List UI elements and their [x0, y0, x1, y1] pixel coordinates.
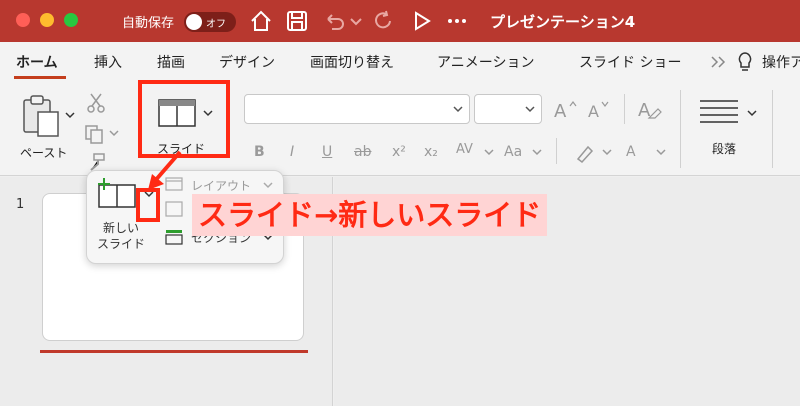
slide-number: 1	[16, 197, 25, 212]
annotation-arrow	[148, 150, 182, 190]
more-icon[interactable]	[444, 8, 470, 34]
home-icon[interactable]	[248, 8, 274, 34]
new-slide-icon[interactable]	[95, 177, 137, 209]
scissors-icon[interactable]	[86, 92, 106, 114]
document-title: プレゼンテーション4	[490, 13, 636, 31]
chevron-down-icon[interactable]	[532, 148, 542, 156]
reset-icon[interactable]	[165, 201, 183, 217]
redo-icon[interactable]	[370, 8, 396, 34]
paste-label: ペースト	[20, 146, 68, 160]
separator	[624, 94, 625, 124]
play-icon[interactable]	[410, 8, 434, 34]
italic-button[interactable]: I	[290, 144, 294, 160]
autosave-toggle[interactable]: オフ	[184, 12, 236, 32]
character-spacing-button[interactable]: AV	[456, 142, 473, 157]
minimize-window-button[interactable]	[40, 13, 54, 27]
tab-tell-me[interactable]: 操作ア	[762, 52, 800, 72]
new-slide-label-line2: スライド	[97, 237, 146, 251]
tab-home[interactable]: ホーム	[16, 52, 58, 72]
insertion-indicator	[40, 350, 308, 353]
chevron-down-icon[interactable]	[656, 148, 666, 156]
bold-button[interactable]: B	[254, 144, 265, 160]
superscript-button[interactable]: x²	[392, 144, 406, 160]
chevron-right-double-icon[interactable]	[710, 55, 728, 69]
increase-font-size-icon[interactable]: A	[552, 98, 578, 120]
ribbon-tabs: ホーム 挿入 描画 デザイン 画面切り替え アニメーション スライド ショー 操…	[0, 42, 800, 82]
font-color-button[interactable]: A	[626, 144, 636, 160]
paste-dropdown-icon[interactable]	[64, 110, 76, 120]
title-bar: 自動保存 オフ プレゼンテーション4	[0, 0, 800, 42]
layout-label[interactable]: レイアウト	[191, 177, 251, 194]
subscript-button[interactable]: x₂	[424, 144, 438, 160]
chevron-down-icon[interactable]	[484, 148, 494, 156]
paragraph-dropdown-icon[interactable]	[746, 108, 758, 118]
tab-draw[interactable]: 描画	[157, 52, 185, 72]
close-window-button[interactable]	[16, 13, 30, 27]
toggle-knob	[186, 14, 202, 30]
tab-transitions[interactable]: 画面切り替え	[310, 52, 394, 72]
strikethrough-button[interactable]: ab	[354, 144, 371, 160]
zoom-window-button[interactable]	[64, 13, 78, 27]
tab-design[interactable]: デザイン	[219, 52, 275, 72]
annotation-caption: スライド→新しいスライド	[192, 194, 548, 236]
undo-icon[interactable]	[322, 8, 348, 34]
font-size-combo[interactable]	[474, 94, 542, 124]
decrease-font-size-icon[interactable]: A	[586, 98, 612, 120]
paste-icon[interactable]	[20, 94, 62, 138]
svg-text:A: A	[554, 101, 567, 120]
save-icon[interactable]	[284, 8, 310, 34]
separator	[772, 90, 773, 168]
new-slide-label-line1: 新しい	[103, 221, 140, 235]
separator	[556, 138, 557, 164]
toggle-state-label: オフ	[206, 19, 226, 30]
separator	[680, 90, 681, 168]
change-case-button[interactable]: Aa	[504, 144, 522, 160]
lightbulb-icon	[738, 52, 752, 71]
tab-insert[interactable]: 挿入	[94, 52, 122, 72]
svg-text:A: A	[588, 102, 599, 120]
autosave-label: 自動保存	[122, 16, 175, 31]
active-tab-indicator	[14, 76, 66, 79]
copy-icon[interactable]	[84, 124, 106, 144]
chevron-down-icon	[525, 106, 535, 113]
highlight-icon[interactable]	[574, 142, 596, 164]
ribbon-home: ペースト スライド A A A B I U ab x² x₂ AV Aa A 段…	[0, 82, 800, 176]
tab-slideshow[interactable]: スライド ショー	[579, 52, 681, 72]
underline-button[interactable]: U	[322, 144, 332, 160]
font-name-combo[interactable]	[244, 94, 470, 124]
format-painter-icon[interactable]	[86, 152, 106, 172]
paragraph-icon[interactable]	[698, 98, 740, 126]
tab-animations[interactable]: アニメーション	[437, 52, 534, 72]
chevron-down-icon	[263, 182, 273, 189]
section-icon	[165, 230, 183, 245]
undo-dropdown-icon[interactable]	[348, 8, 364, 34]
highlight-box-slide	[138, 80, 230, 158]
chevron-down-icon	[453, 106, 463, 113]
clear-formatting-icon[interactable]: A	[636, 96, 662, 122]
copy-dropdown-icon[interactable]	[108, 128, 120, 138]
chevron-down-icon[interactable]	[602, 148, 612, 156]
paragraph-group-label: 段落	[712, 142, 737, 156]
